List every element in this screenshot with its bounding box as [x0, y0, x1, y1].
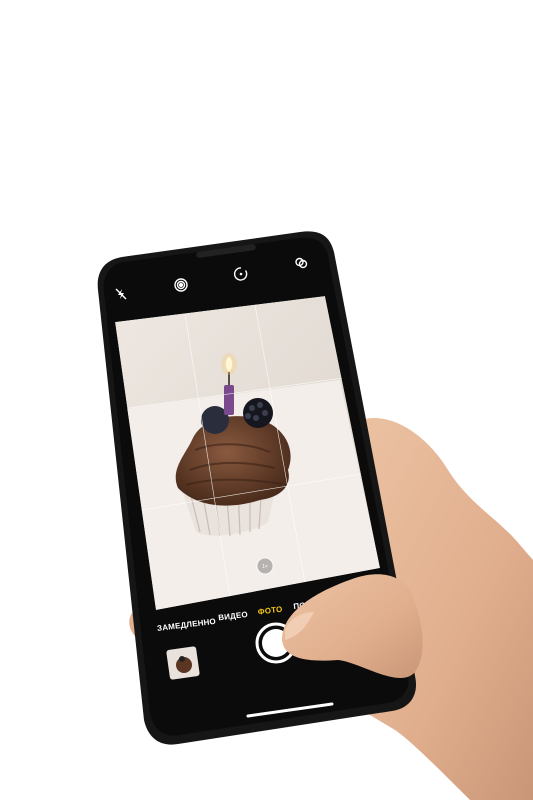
photo-scene: 1× ЗАМЕДЛЕННО ВИДЕО ФОТО ПОРТРЕТ	[97, 231, 533, 800]
zoom-button[interactable]: 1×	[256, 557, 274, 575]
zoom-label: 1×	[262, 564, 268, 570]
gallery-thumbnail[interactable]	[166, 646, 200, 680]
